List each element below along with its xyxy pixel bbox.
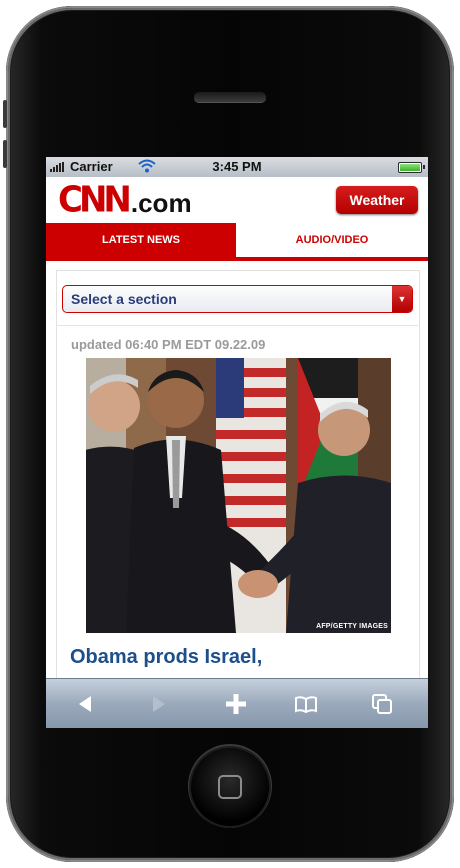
handshake-photo-illustration [86,358,391,633]
browser-toolbar [46,678,428,728]
updated-timestamp: updated 06:40 PM EDT 09.22.09 [71,337,266,352]
screen: Carrier 3:45 PM CNN .com Weather LATEST … [46,157,428,728]
tab-bar: LATEST NEWS AUDIO/VIDEO [46,223,428,261]
weather-button[interactable]: Weather [336,186,418,214]
cnn-logo[interactable]: CNN .com [58,179,192,221]
divider [56,325,418,326]
bookmarks-button[interactable] [276,679,336,728]
tab-latest-news[interactable]: LATEST NEWS [46,223,236,257]
logo-mark: CNN [58,179,132,221]
story-headline[interactable]: Obama prods Israel, [70,645,410,669]
add-bookmark-icon [226,694,246,714]
earpiece-speaker [194,92,266,102]
home-square-icon [218,775,242,799]
add-bookmark-button[interactable] [206,679,266,728]
back-icon [79,696,91,712]
tab-audio-video[interactable]: AUDIO/VIDEO [236,223,428,257]
back-button[interactable] [56,679,116,728]
forward-button[interactable] [128,679,188,728]
status-bar: Carrier 3:45 PM [46,157,428,177]
site-header: CNN .com Weather [46,177,428,223]
volume-button [3,140,7,168]
section-select[interactable]: Select a section ▼ [62,285,413,313]
pages-button[interactable] [352,679,412,728]
pages-icon [372,694,392,714]
clock: 3:45 PM [212,159,262,174]
logo-suffix: .com [130,188,192,218]
volume-button [3,100,7,128]
story-photo[interactable]: AFP/GETTY IMAGES [86,358,391,633]
home-button[interactable] [191,748,269,826]
section-select-value: Select a section [71,291,177,307]
chevron-down-icon: ▼ [392,286,412,312]
forward-icon [153,696,165,712]
photo-credit: AFP/GETTY IMAGES [316,623,388,630]
bookmarks-icon [295,696,317,713]
battery-icon [398,162,425,173]
